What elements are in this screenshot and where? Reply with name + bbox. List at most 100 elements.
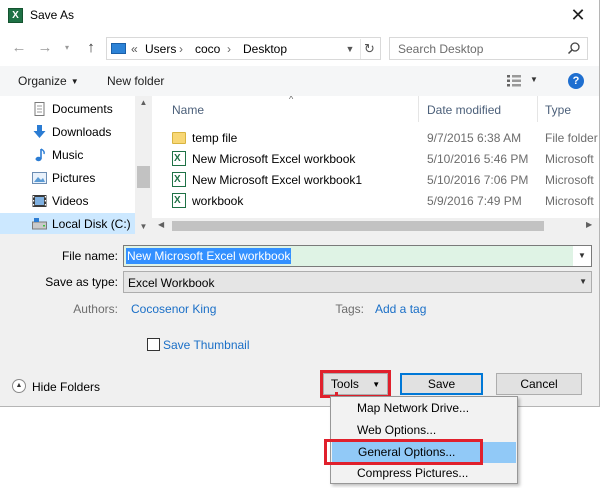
column-header-label: Type (545, 103, 572, 117)
hide-folders-button[interactable]: Hide Folders (32, 380, 100, 394)
breadcrumb-separator: › (179, 42, 183, 56)
navigation-pane: Documents Downloads Music Pictures Video… (0, 96, 152, 234)
address-overflow[interactable]: « (131, 42, 138, 56)
column-header-name[interactable]: ^ Name (152, 96, 418, 122)
breadcrumb-separator: › (227, 42, 231, 56)
music-icon (35, 148, 45, 162)
file-type: File folder (545, 131, 598, 145)
sidebar-item-label: Downloads (52, 125, 112, 139)
annotation-highlight (324, 439, 483, 465)
column-header-date[interactable]: Date modified (419, 96, 537, 122)
file-name-value[interactable]: New Microsoft Excel workbook (126, 248, 292, 264)
window-title: Save As (30, 8, 75, 22)
help-icon[interactable]: ? (568, 73, 584, 89)
command-toolbar: Organize ▼ New folder ▼ ? (0, 66, 599, 96)
save-as-type-select[interactable]: Excel Workbook ▼ (123, 271, 592, 293)
file-row[interactable]: temp file 9/7/2015 6:38 AM File folder (152, 127, 599, 148)
file-name: New Microsoft Excel workbook (192, 152, 356, 166)
computer-icon (111, 43, 126, 54)
menu-item-label: Compress Pictures... (357, 466, 469, 480)
search-icon[interactable] (567, 41, 581, 55)
authors-field[interactable]: Cocosenor King (131, 302, 216, 316)
organize-button[interactable]: Organize ▼ (18, 74, 79, 88)
file-type: Microsoft (545, 152, 594, 166)
search-input[interactable]: Search Desktop (398, 42, 483, 56)
chevron-down-icon[interactable]: ▼ (573, 246, 591, 266)
horizontal-scrollbar[interactable]: ◀ ▶ (152, 218, 599, 234)
documents-icon (34, 102, 45, 116)
save-thumbnail-label[interactable]: Save Thumbnail (163, 338, 250, 352)
breadcrumb-users[interactable]: Users (145, 42, 176, 56)
back-arrow-icon[interactable]: ← (10, 38, 28, 58)
sort-ascending-icon: ^ (289, 96, 294, 104)
recent-locations-chevron-icon[interactable]: ▾ (58, 38, 76, 58)
file-name: New Microsoft Excel workbook1 (192, 173, 363, 187)
menu-item-compress-pictures[interactable]: Compress Pictures... (331, 463, 517, 484)
chevron-up-icon[interactable]: ▲ (135, 98, 152, 107)
refresh-icon[interactable]: ↻ (360, 39, 378, 59)
videos-icon (32, 195, 47, 207)
excel-file-icon (172, 151, 186, 166)
sidebar-item-local-disk[interactable]: Local Disk (C:) (0, 213, 135, 234)
chevron-down-icon: ▼ (70, 77, 79, 86)
sidebar-item-label: Music (52, 148, 84, 162)
cancel-button[interactable]: Cancel (496, 373, 582, 395)
up-arrow-icon[interactable]: ↑ (82, 38, 100, 58)
breadcrumb-coco[interactable]: coco (195, 42, 220, 56)
save-thumbnail-checkbox[interactable] (147, 338, 160, 351)
file-name-label: File name: (61, 249, 118, 263)
tags-field[interactable]: Add a tag (375, 302, 426, 316)
address-bar[interactable]: « Users › coco › Desktop ▼ ↻ (106, 37, 381, 60)
forward-arrow-icon[interactable]: → (36, 38, 54, 58)
file-row[interactable]: New Microsoft Excel workbook 5/10/2016 5… (152, 148, 599, 169)
breadcrumb-desktop[interactable]: Desktop (243, 42, 287, 56)
chevron-left-icon[interactable]: ◀ (158, 220, 164, 229)
close-button[interactable]: ✕ (556, 0, 599, 30)
view-options-icon[interactable] (506, 74, 522, 88)
scrollbar-thumb[interactable] (137, 166, 150, 188)
sidebar-item-label: Videos (52, 194, 89, 208)
sidebar-item-documents[interactable]: Documents (0, 98, 135, 120)
file-name: workbook (192, 194, 244, 208)
file-row[interactable]: New Microsoft Excel workbook1 5/10/2016 … (152, 169, 599, 190)
save-as-dialog: X Save As ✕ ← → ▾ ↑ « Users › coco › Des… (0, 0, 600, 407)
search-box[interactable]: Search Desktop (389, 37, 588, 60)
column-header-label: Name (172, 103, 205, 117)
menu-item-label: Web Options... (357, 423, 437, 437)
save-as-type-label: Save as type: (45, 275, 118, 289)
downloads-icon (33, 125, 46, 138)
chevron-down-icon[interactable]: ▼ (135, 222, 152, 231)
column-header-type[interactable]: Type (538, 96, 599, 122)
authors-label: Authors: (73, 302, 118, 316)
file-name: temp file (192, 131, 238, 145)
excel-file-icon (172, 172, 186, 187)
save-button[interactable]: Save (400, 373, 483, 395)
chevron-right-icon[interactable]: ▶ (586, 220, 592, 229)
file-list: ^ Name Date modified Type temp file 9/7/… (152, 96, 599, 234)
chevron-down-icon[interactable]: ▼ (530, 75, 538, 84)
file-type: Microsoft (545, 173, 594, 187)
organize-label: Organize (18, 74, 67, 88)
file-name-field[interactable]: New Microsoft Excel workbook ▼ (123, 245, 592, 267)
local-disk-icon (32, 218, 47, 230)
file-date: 5/10/2016 7:06 PM (427, 173, 529, 187)
sidebar-item-videos[interactable]: Videos (0, 190, 135, 212)
file-row[interactable]: workbook 5/9/2016 7:49 PM Microsoft (152, 190, 599, 211)
new-folder-button[interactable]: New folder (107, 74, 164, 88)
sidebar-item-label: Pictures (52, 171, 96, 185)
column-header-label: Date modified (427, 103, 502, 117)
menu-item-map-network-drive[interactable]: Map Network Drive... (331, 398, 517, 419)
navigation-scrollbar[interactable]: ▲ ▼ (135, 96, 152, 234)
sidebar-item-music[interactable]: Music (0, 144, 135, 166)
chevron-down-icon[interactable]: ▼ (342, 39, 358, 59)
menu-item-web-options[interactable]: Web Options... (331, 420, 517, 441)
file-date: 5/9/2016 7:49 PM (427, 194, 522, 208)
sidebar-item-pictures[interactable]: Pictures (0, 167, 135, 189)
chevron-up-icon[interactable]: ▲ (12, 379, 26, 393)
scrollbar-thumb[interactable] (172, 221, 544, 231)
sidebar-item-downloads[interactable]: Downloads (0, 121, 135, 143)
file-type: Microsoft (545, 194, 594, 208)
chevron-down-icon[interactable]: ▼ (579, 272, 587, 292)
title-bar: X Save As ✕ (0, 0, 599, 32)
file-date: 9/7/2015 6:38 AM (427, 131, 522, 145)
